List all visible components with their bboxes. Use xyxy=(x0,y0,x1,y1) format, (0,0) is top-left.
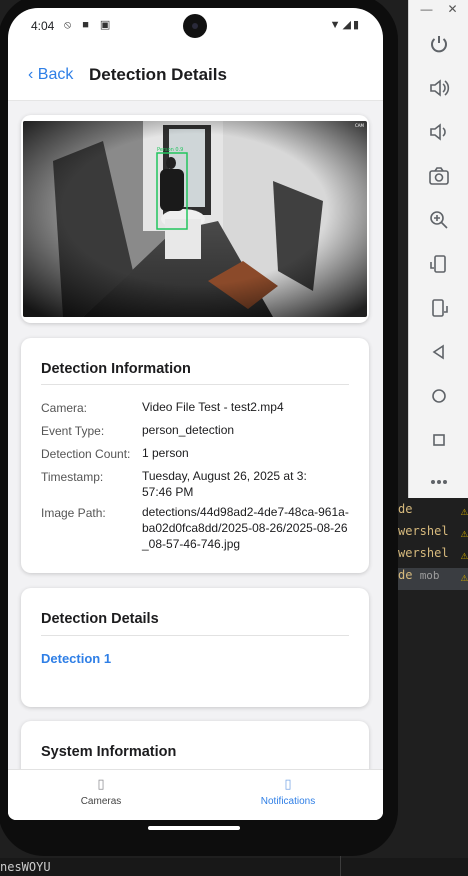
section-heading: Detection Information xyxy=(41,361,191,377)
scroll-content[interactable]: Person 0.9 CAM Detection Information Cam… xyxy=(8,101,383,769)
volume-down-icon[interactable] xyxy=(425,118,453,146)
overview-square-icon[interactable] xyxy=(425,426,453,454)
info-value-image-path: detections/44d98ad2-4de7-48ca-961a-ba02d… xyxy=(142,505,349,551)
camera-overlay-text: CAM xyxy=(355,123,365,128)
warning-icon: ⚠ xyxy=(460,526,468,540)
signal-battery-icons: ▼◢▮ xyxy=(329,19,361,31)
detection-details-card: Detection Details Detection 1 xyxy=(21,588,369,707)
tab-notifications[interactable]: ▯ Notifications xyxy=(228,776,348,807)
emulator-window-controls: — ✕ xyxy=(409,0,468,18)
zoom-icon[interactable] xyxy=(425,206,453,234)
code-line: wershel ⚠ xyxy=(398,524,468,540)
back-triangle-icon[interactable] xyxy=(425,338,453,366)
info-value-detection-count: 1 person xyxy=(142,446,189,460)
tab-label: Cameras xyxy=(80,796,122,807)
code-line: wershel ⚠ xyxy=(398,546,468,562)
phone-frame: 4:04 ⦸ ■ ▣ ▼◢▮ ‹ Back Detection Details xyxy=(0,0,398,856)
code-line: de mob ⚠ xyxy=(398,568,468,590)
power-icon[interactable] xyxy=(425,30,453,58)
back-button[interactable]: ‹ Back xyxy=(28,66,73,84)
nav-header: ‹ Back Detection Details xyxy=(8,44,383,101)
section-divider xyxy=(41,384,349,385)
section-divider xyxy=(41,635,349,636)
detection-image[interactable]: Person 0.9 CAM xyxy=(23,121,367,317)
bottom-tab-bar: ▯ Cameras ▯ Notifications xyxy=(8,769,383,820)
home-circle-icon[interactable] xyxy=(425,382,453,410)
status-time: 4:04 xyxy=(31,19,55,33)
minimize-icon[interactable]: — xyxy=(420,2,432,16)
detection-information-card: Detection Information Camera: Video File… xyxy=(21,338,369,573)
info-label-image-path: Image Path: xyxy=(41,506,106,520)
home-indicator[interactable] xyxy=(148,826,240,830)
warning-icon: ⚠ xyxy=(460,570,468,584)
tab-cameras[interactable]: ▯ Cameras xyxy=(41,776,161,807)
section-heading: System Information xyxy=(41,744,177,760)
bell-icon: ▯ xyxy=(284,776,292,791)
code-line: de ⚠ xyxy=(398,502,468,518)
terminal-text: nesWOYU xyxy=(0,860,51,874)
info-value-camera: Video File Test - test2.mp4 xyxy=(142,400,284,414)
editor-code-lines: de ⚠ wershel ⚠ wershel ⚠ de mob ⚠ xyxy=(398,502,468,590)
terminal-strip xyxy=(0,858,468,876)
info-value-timestamp: Tuesday, August 26, 2025 at 3:57:46 PM xyxy=(142,469,307,499)
close-icon[interactable]: ✕ xyxy=(447,2,457,16)
info-label-detection-count: Detection Count: xyxy=(41,447,131,461)
tab-label: Notifications xyxy=(260,796,316,807)
detection-box-label: Person 0.9 xyxy=(157,147,183,153)
info-label-event-type: Event Type: xyxy=(41,424,105,438)
emulator-toolbar: — ✕ xyxy=(408,0,468,498)
status-bar: 4:04 ⦸ ■ ▣ ▼◢▮ xyxy=(8,8,383,44)
screenshot-camera-icon[interactable] xyxy=(425,162,453,190)
rotate-left-icon[interactable] xyxy=(425,250,453,278)
more-options-icon[interactable] xyxy=(425,468,453,496)
info-value-event-type: person_detection xyxy=(142,423,235,437)
info-label-timestamp: Timestamp: xyxy=(41,470,104,484)
section-heading: Detection Details xyxy=(41,611,159,627)
status-notification-icons: ⦸ ■ ▣ xyxy=(64,19,115,31)
camera-icon: ▯ xyxy=(97,776,105,791)
front-camera xyxy=(183,14,207,38)
rotate-right-icon[interactable] xyxy=(425,294,453,322)
volume-up-icon[interactable] xyxy=(425,74,453,102)
detection-item-link[interactable]: Detection 1 xyxy=(41,651,111,666)
warning-icon: ⚠ xyxy=(460,548,468,562)
warning-icon: ⚠ xyxy=(460,504,468,518)
system-information-card: System Information xyxy=(21,721,369,769)
app-screen: 4:04 ⦸ ■ ▣ ▼◢▮ ‹ Back Detection Details xyxy=(8,8,383,820)
page-title: Detection Details xyxy=(89,65,227,84)
info-label-camera: Camera: xyxy=(41,401,88,415)
detection-image-card: Person 0.9 CAM xyxy=(21,115,369,323)
